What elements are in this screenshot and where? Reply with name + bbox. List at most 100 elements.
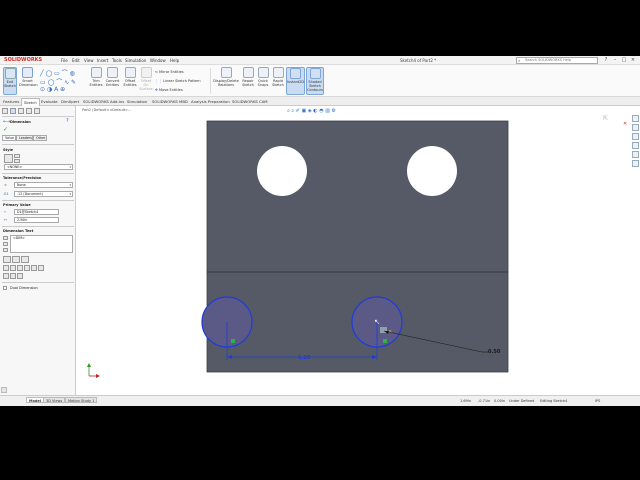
mirror-entities-button[interactable]: ⇋ Mirror Entities xyxy=(155,70,184,74)
sketch-misc-tools-icon[interactable]: ⊙ ◑ A ⊕ xyxy=(40,86,65,93)
display-delete-relations-button[interactable]: Display/Delete Relations xyxy=(212,67,240,87)
status-bar: Model 3D Views Motion Study 1 1.69in -0.… xyxy=(0,387,640,406)
units-status[interactable]: IPS xyxy=(595,399,600,403)
move-entities-button[interactable]: ✥ Move Entities xyxy=(155,88,183,92)
symbol-countersink-icon[interactable] xyxy=(10,273,16,279)
menu-tools[interactable]: Tools xyxy=(112,58,122,63)
bottom-tab-3dviews[interactable]: 3D Views xyxy=(43,397,66,403)
style-add-icon[interactable] xyxy=(14,154,20,158)
align-left-icon[interactable] xyxy=(3,256,11,263)
task-pane-resources-icon[interactable] xyxy=(632,124,639,131)
config-manager-icon[interactable] xyxy=(18,108,24,114)
tab-dimxpert[interactable]: DimXpert xyxy=(59,98,81,106)
quick-snaps-button[interactable]: Quick Snaps xyxy=(256,67,270,87)
tab-sketch[interactable]: Sketch xyxy=(21,98,40,106)
style-select[interactable]: <NONE> ▾ xyxy=(4,164,73,170)
sketch-shape-tools-icon[interactable]: ▭ ◯ ⌒ ∿ ✎ xyxy=(40,77,76,86)
ok-check-icon[interactable]: ✓ xyxy=(3,126,8,133)
dimension-text-field[interactable]: <DIM> xyxy=(10,235,73,253)
text-justify-icon[interactable] xyxy=(3,236,8,240)
tab-cam[interactable]: SOLIDWORKS CAM xyxy=(230,98,270,106)
task-pane-file-explorer-icon[interactable] xyxy=(632,142,639,149)
linear-pattern-button[interactable]: ⋮⋮ Linear Sketch Pattern xyxy=(155,79,201,83)
search-input[interactable]: ⌕ Search SOLIDWORKS Help xyxy=(516,57,598,64)
exit-sketch-button[interactable]: Exit Sketch xyxy=(3,67,17,95)
menu-insert[interactable]: Insert xyxy=(97,58,108,63)
subtab-leaders[interactable]: Leaders xyxy=(16,135,33,141)
convert-entities-button[interactable]: Convert Entities xyxy=(104,67,121,87)
menu-view[interactable]: View xyxy=(84,58,94,63)
text-justify-icon[interactable] xyxy=(3,248,8,252)
display-manager-icon[interactable] xyxy=(34,108,40,114)
primary-name-field[interactable]: D1@Sketch4 xyxy=(14,209,59,215)
symbol-degree-icon[interactable] xyxy=(10,265,16,271)
tab-addins[interactable]: SOLIDWORKS Add-Ins xyxy=(81,98,126,106)
help-button[interactable]: ? xyxy=(602,57,610,64)
precision-select[interactable]: .12 (Document) ▾ xyxy=(14,191,73,197)
repair-sketch-button[interactable]: Repair Sketch xyxy=(241,67,255,87)
menu-simulation[interactable]: Simulation xyxy=(125,58,146,63)
dimxpert-manager-icon[interactable] xyxy=(26,108,32,114)
task-pane-appearances-icon[interactable] xyxy=(632,160,639,167)
task-pane-view-palette-icon[interactable] xyxy=(632,151,639,158)
tab-mbd[interactable]: SOLIDWORKS MBD xyxy=(150,98,190,106)
trim-entities-button[interactable]: Trim Entities xyxy=(89,67,103,87)
symbol-diameter-icon[interactable] xyxy=(3,265,9,271)
task-pane-tabs xyxy=(631,114,640,174)
ribbon-divider xyxy=(210,68,211,94)
command-manager-tabs: Features Sketch Evaluate DimXpert SOLIDW… xyxy=(0,97,640,106)
tab-analysis-preparation[interactable]: Analysis Preparation xyxy=(189,98,232,106)
menu-file[interactable]: File xyxy=(61,58,68,63)
sketch-line-tools-icon[interactable]: ╱ ◯ ▭ ⌒ ◍ xyxy=(40,68,75,77)
tab-simulation[interactable]: Simulation xyxy=(125,98,149,106)
feature-tree-icon[interactable] xyxy=(2,108,8,114)
panel-divider xyxy=(2,282,74,283)
maximize-button[interactable]: □ xyxy=(620,57,628,64)
instant2d-button[interactable]: Instant2D xyxy=(286,67,305,95)
style-favorite-icon[interactable] xyxy=(4,154,13,163)
instant2d-icon xyxy=(290,68,301,79)
offset-on-surface-button[interactable]: Offset On Surface xyxy=(139,67,153,91)
dimension-value-leader[interactable]: 0.50 xyxy=(488,349,501,355)
tolerance-type-select[interactable]: None ▾ xyxy=(14,182,73,188)
subtab-other[interactable]: Other xyxy=(33,135,47,141)
task-pane-home-icon[interactable] xyxy=(632,115,639,122)
close-button[interactable]: × xyxy=(629,57,637,64)
menu-window[interactable]: Window xyxy=(150,58,166,63)
help-icon[interactable]: ? xyxy=(66,118,69,124)
tab-features[interactable]: Features xyxy=(1,98,21,106)
relation-marker-right xyxy=(383,339,387,343)
align-right-icon[interactable] xyxy=(21,256,29,263)
coordinate-z: 0.00in xyxy=(494,399,505,403)
symbol-depth-icon[interactable] xyxy=(17,273,23,279)
offset-entities-button[interactable]: Offset Entities xyxy=(122,67,138,87)
shaded-sketch-contours-button[interactable]: Shaded Sketch Contours xyxy=(306,67,324,95)
dual-dimension-checkbox[interactable] xyxy=(3,286,7,290)
symbol-plusminus-icon[interactable] xyxy=(17,265,23,271)
subtab-value[interactable]: Value xyxy=(2,135,16,141)
smart-dimension-button[interactable]: Smart Dimension xyxy=(19,67,38,87)
through-hole-left xyxy=(257,146,307,196)
property-manager-icon[interactable] xyxy=(10,108,16,114)
text-justify-icon[interactable] xyxy=(3,242,8,246)
dimension-value-horizontal[interactable]: 1.20 xyxy=(298,355,311,361)
align-center-icon[interactable] xyxy=(12,256,20,263)
shaded-contours-icon xyxy=(309,68,321,79)
panel-title: Dimension xyxy=(10,120,31,124)
tab-evaluate[interactable]: Evaluate xyxy=(39,98,60,106)
symbol-square-icon[interactable] xyxy=(31,265,37,271)
bottom-tab-motion-study[interactable]: Motion Study 1 xyxy=(65,397,98,403)
menu-help[interactable]: Help xyxy=(170,58,179,63)
rapid-sketch-button[interactable]: Rapid Sketch xyxy=(271,67,285,87)
menu-edit[interactable]: Edit xyxy=(72,58,80,63)
primary-value-field[interactable]: 2.50in xyxy=(14,217,59,223)
symbol-counterbore-icon[interactable] xyxy=(3,273,9,279)
style-remove-icon[interactable] xyxy=(14,159,20,163)
graphics-area[interactable]: Part2 (Default<<Default>... ⌕ ⌕ ✐ ▣ ◈ ◐ … xyxy=(77,106,640,396)
minimize-button[interactable]: – xyxy=(611,57,619,64)
symbol-more-icon[interactable] xyxy=(38,265,44,271)
bottom-tab-model[interactable]: Model xyxy=(26,397,44,403)
symbol-centerline-icon[interactable] xyxy=(24,265,30,271)
exit-sketch-icon xyxy=(4,68,16,79)
task-pane-design-library-icon[interactable] xyxy=(632,133,639,140)
